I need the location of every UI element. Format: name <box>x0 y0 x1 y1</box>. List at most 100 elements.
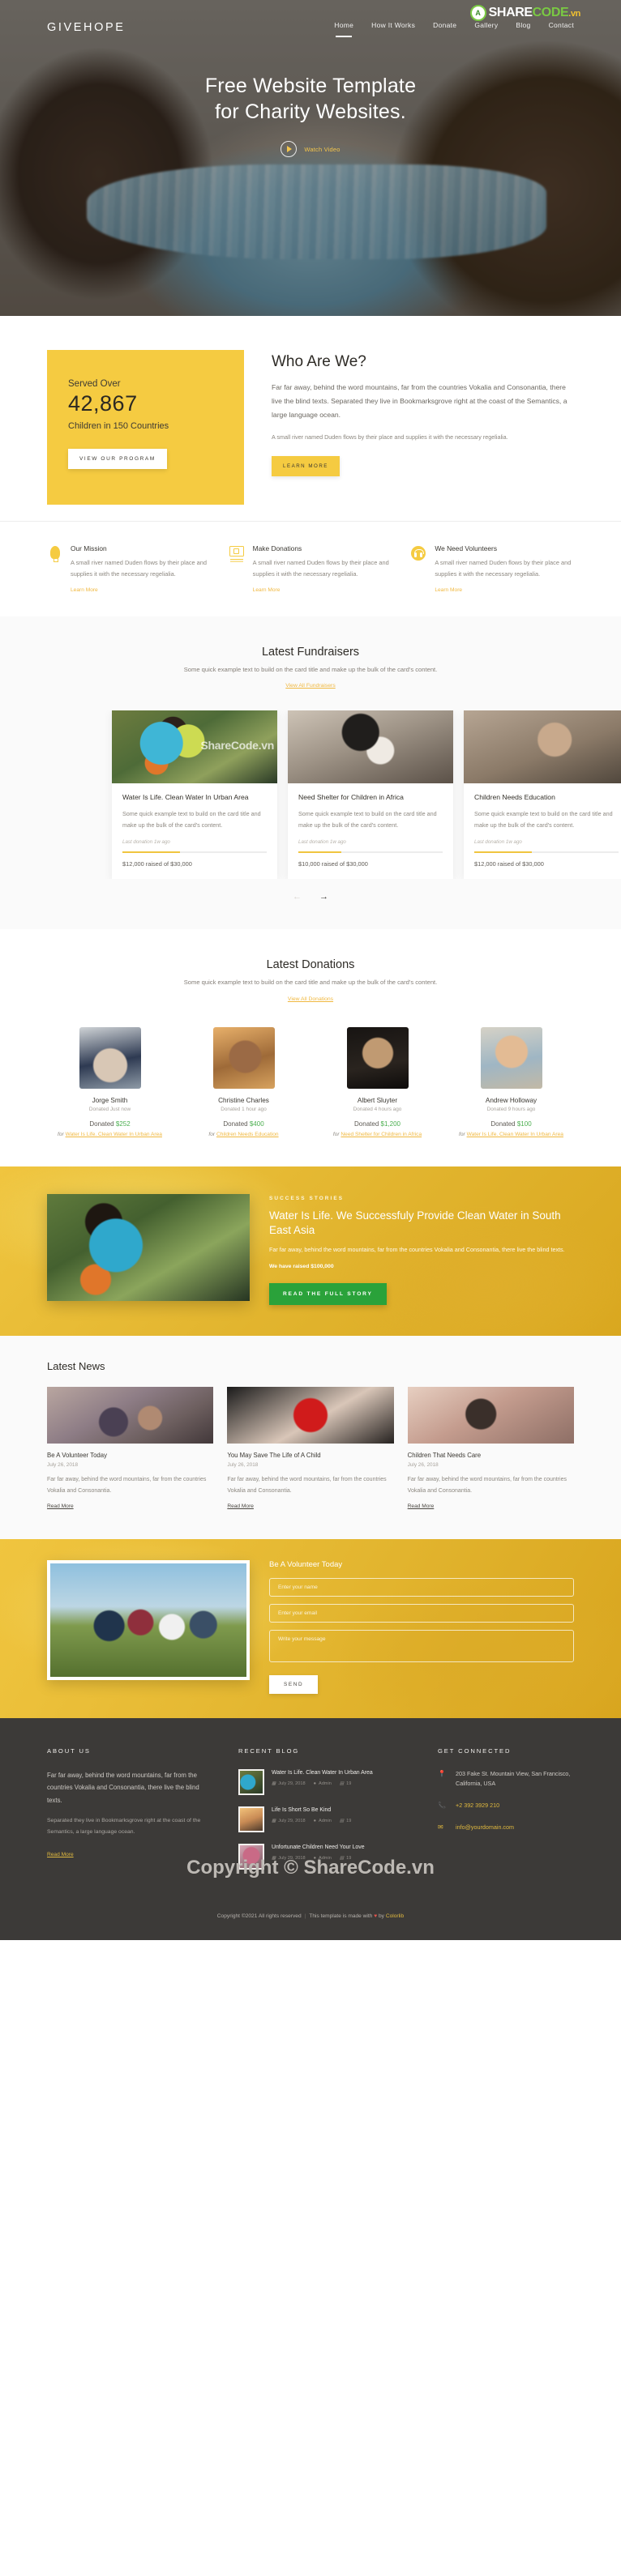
news-text: Far far away, behind the word mountains,… <box>47 1477 207 1494</box>
footer-sharecode-watermark: Copyright © ShareCode.vn <box>186 1856 435 1879</box>
bulb-icon <box>47 544 63 595</box>
feature-make-donations: Make Donations A small river named Duden… <box>229 544 392 595</box>
fundraiser-last-donation: Last donation 1w ago <box>298 839 346 846</box>
fundraiser-raised-amount: $12,000 raised of $30,000 <box>474 860 544 868</box>
latest-news-section: Latest News Be A Volunteer Today July 26… <box>0 1336 621 1539</box>
for-label: for <box>58 1131 64 1137</box>
fundraisers-heading: Latest Fundraisers <box>261 645 360 659</box>
donation-cause-link[interactable]: Children Needs Education <box>216 1132 279 1137</box>
footer-blog-date: ▦ July 29, 2018 <box>272 1781 306 1786</box>
feature-title: Our Mission <box>71 544 107 552</box>
view-all-donations-link[interactable]: View All Donations <box>288 996 333 1002</box>
statistics-card: Served Over 42,867 Children in 150 Count… <box>47 350 244 505</box>
feature-title: We Need Volunteers <box>435 544 498 552</box>
success-story-image <box>47 1193 250 1301</box>
fundraiser-title: Water Is Life. Clean Water In Urban Area <box>122 793 249 802</box>
footer-about-paragraph-1: Far far away, behind the word mountains,… <box>47 1771 199 1804</box>
news-read-more-link[interactable]: Read More <box>47 1503 74 1509</box>
volunteer-message-input[interactable] <box>269 1629 574 1662</box>
donation-time: Donated Just now <box>88 1106 131 1112</box>
phone-icon: 📞 <box>438 1802 446 1810</box>
news-item[interactable]: You May Save The Life of A Child July 26… <box>227 1387 394 1511</box>
for-label: for <box>459 1131 465 1137</box>
volunteer-name-input[interactable] <box>269 1577 574 1597</box>
nav-item-contact[interactable]: Contact <box>549 21 574 34</box>
fundraiser-card[interactable]: Need Shelter for Children in Africa Some… <box>288 710 453 880</box>
about-paragraph-1: Far far away, behind the word mountains,… <box>272 383 567 420</box>
location-pin-icon: 📍 <box>438 1769 446 1777</box>
about-text-block: Who Are We? Far far away, behind the wor… <box>272 350 574 476</box>
volunteer-send-button[interactable]: SEND <box>269 1674 319 1694</box>
donation-cause-link[interactable]: Water Is Life. Clean Water In Urban Area <box>467 1132 563 1137</box>
footer-phone-row[interactable]: 📞 +2 392 3929 210 <box>438 1801 574 1810</box>
donated-label: Donated <box>354 1120 379 1128</box>
fundraiser-image <box>288 710 453 784</box>
donation-cause: for Children Needs Education <box>186 1131 302 1139</box>
watch-video-button[interactable]: Watch Video <box>0 141 621 157</box>
footer-blog-item[interactable]: Water Is Life. Clean Water In Urban Area… <box>238 1768 415 1795</box>
news-item[interactable]: Children That Needs Care July 26, 2018 F… <box>407 1387 574 1511</box>
volunteer-icon <box>411 544 427 595</box>
footer-blog-title-text: Water Is Life. Clean Water In Urban Area <box>272 1769 373 1776</box>
nav-links: Home How It Works Donate Gallery Blog Co… <box>334 21 574 37</box>
footer-blog-comments: ▤ 19 <box>339 1818 352 1823</box>
view-our-program-button[interactable]: VIEW OUR PROGRAM <box>68 449 167 469</box>
fundraisers-carousel[interactable]: ShareCode.vn Water Is Life. Clean Water … <box>0 710 621 880</box>
carousel-prev-arrow-icon[interactable]: ← <box>293 892 302 902</box>
fundraiser-progress-bar <box>474 851 619 854</box>
main-navigation-bar: GIVEHOPE Home How It Works Donate Galler… <box>47 0 580 55</box>
footer-email-row[interactable]: ✉ info@yourdomain.com <box>438 1823 574 1832</box>
footer-colorlib-link[interactable]: Colorlib <box>386 1913 404 1919</box>
fundraiser-description: Some quick example text to build on the … <box>474 809 613 829</box>
nav-item-home[interactable]: Home <box>334 21 353 37</box>
feature-learn-more-link[interactable]: Learn More <box>71 587 98 593</box>
footer-blog-author: ● Admin <box>313 1781 332 1786</box>
donated-value: $100 <box>516 1120 532 1128</box>
heart-icon: ♥ <box>374 1913 378 1919</box>
stat-subtitle: Children in 150 Countries <box>68 421 169 431</box>
site-logo[interactable]: GIVEHOPE <box>47 21 126 34</box>
feature-our-mission: Our Mission A small river named Duden fl… <box>47 544 210 595</box>
read-full-story-button[interactable]: READ THE FULL STORY <box>269 1283 387 1306</box>
avatar <box>480 1026 542 1089</box>
footer-blog-item[interactable]: Life Is Short So Be Kind ▦ July 29, 2018 … <box>238 1806 415 1832</box>
donation-cause-link[interactable]: Water Is Life. Clean Water In Urban Area <box>66 1132 162 1137</box>
footer-by-text: by <box>379 1913 384 1919</box>
donation-item: Andrew Holloway Donated 9 hours ago Dona… <box>453 1026 569 1139</box>
feature-text: A small river named Duden flows by their… <box>252 559 389 578</box>
donor-name: Jorge Smith <box>92 1096 128 1104</box>
footer-phone[interactable]: +2 392 3929 210 <box>456 1801 499 1810</box>
fundraiser-card[interactable]: ShareCode.vn Water Is Life. Clean Water … <box>112 710 277 880</box>
donated-value: $1,200 <box>380 1120 400 1128</box>
comment-icon: ▤ <box>339 1781 345 1786</box>
donations-header: Latest Donations Some quick example text… <box>0 929 621 1009</box>
learn-more-button[interactable]: LEARN MORE <box>272 455 340 476</box>
nav-item-blog[interactable]: Blog <box>516 21 530 34</box>
view-all-fundraisers-link[interactable]: View All Fundraisers <box>285 683 335 689</box>
fundraiser-raised-amount: $12,000 raised of $30,000 <box>122 860 192 868</box>
donation-amount: Donated $1,200 <box>319 1120 435 1128</box>
nav-item-donate[interactable]: Donate <box>433 21 456 34</box>
nav-item-how-it-works[interactable]: How It Works <box>371 21 415 34</box>
volunteer-email-input[interactable] <box>269 1603 574 1623</box>
for-label: for <box>208 1131 216 1137</box>
feature-learn-more-link[interactable]: Learn More <box>435 587 462 593</box>
avatar <box>346 1026 409 1089</box>
news-item[interactable]: Be A Volunteer Today July 26, 2018 Far f… <box>47 1387 214 1511</box>
carousel-next-arrow-icon[interactable]: → <box>319 892 328 902</box>
news-read-more-link[interactable]: Read More <box>227 1503 254 1509</box>
donation-cause-link[interactable]: Need Shelter for Children in Africa <box>340 1132 422 1137</box>
footer-email[interactable]: info@yourdomain.com <box>456 1823 514 1832</box>
donated-label: Donated <box>223 1120 248 1128</box>
fundraiser-card[interactable]: Children Needs Education Some quick exam… <box>464 710 621 880</box>
news-read-more-link[interactable]: Read More <box>408 1503 435 1509</box>
nav-item-gallery[interactable]: Gallery <box>474 21 498 34</box>
about-paragraph-2: A small river named Duden flows by their… <box>272 433 508 441</box>
money-icon <box>229 544 246 595</box>
user-icon: ● <box>313 1781 316 1786</box>
feature-learn-more-link[interactable]: Learn More <box>253 587 281 593</box>
page-root: GIVEHOPE Home How It Works Donate Galler… <box>0 0 621 1940</box>
donation-cause: for Water Is Life. Clean Water In Urban … <box>453 1131 569 1139</box>
footer-blog-date: ▦ July 29, 2018 <box>272 1818 306 1823</box>
donor-name: Christine Charles <box>218 1096 269 1104</box>
